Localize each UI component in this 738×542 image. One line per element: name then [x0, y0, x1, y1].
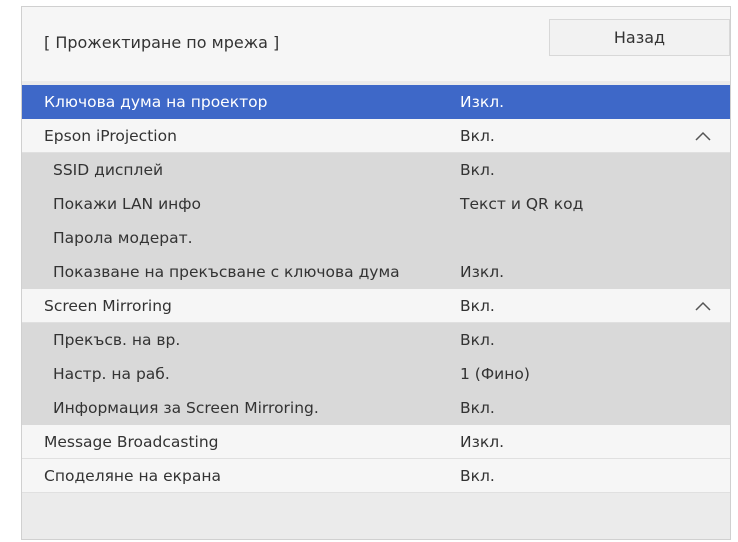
menu-item-label: Споделяне на екрана	[44, 467, 221, 485]
menu-item-value: Изкл.	[460, 93, 505, 111]
back-button[interactable]: Назад	[549, 19, 730, 56]
menu-item-label: Epson iProjection	[44, 127, 177, 145]
menu-item-operation-settings[interactable]: Настр. на раб. 1 (Фино)	[22, 357, 730, 391]
menu-item-value: Вкл.	[460, 467, 495, 485]
menu-item-screen-mirroring[interactable]: Screen Mirroring Вкл.	[22, 289, 730, 323]
menu-item-label: Screen Mirroring	[44, 297, 172, 315]
menu-item-screen-sharing[interactable]: Споделяне на екрана Вкл.	[22, 459, 730, 493]
menu-item-value: Изкл.	[460, 263, 505, 281]
menu-item-label: Ключова дума на проектор	[44, 93, 268, 111]
menu-item-screen-mirroring-info[interactable]: Информация за Screen Mirroring. Вкл.	[22, 391, 730, 425]
menu-item-label: Парола модерат.	[53, 229, 193, 247]
menu-item-value: Вкл.	[460, 161, 495, 179]
panel-header: [ Прожектиране по мрежа ] Назад	[22, 7, 730, 81]
menu-item-value: Вкл.	[460, 297, 495, 315]
page-title: [ Прожектиране по мрежа ]	[44, 33, 280, 52]
menu-item-moderator-password[interactable]: Парола модерат.	[22, 221, 730, 255]
menu-item-label: Показване на прекъсване с ключова дума	[53, 263, 400, 281]
menu-item-value: Текст и QR код	[460, 195, 584, 213]
menu-item-value: Изкл.	[460, 433, 505, 451]
network-projection-panel: [ Прожектиране по мрежа ] Назад Ключова …	[21, 6, 731, 540]
menu-item-projector-keyword[interactable]: Ключова дума на проектор Изкл.	[22, 85, 730, 119]
menu-item-label: Информация за Screen Mirroring.	[53, 399, 319, 417]
chevron-up-icon[interactable]	[694, 130, 712, 142]
menu-item-epson-iprojection[interactable]: Epson iProjection Вкл.	[22, 119, 730, 153]
menu-item-label: Прекъсв. на вр.	[53, 331, 181, 349]
menu-item-label: Message Broadcasting	[44, 433, 219, 451]
menu-item-message-broadcasting[interactable]: Message Broadcasting Изкл.	[22, 425, 730, 459]
settings-menu: Ключова дума на проектор Изкл. Epson iPr…	[22, 85, 730, 493]
menu-item-keyword-interrupt-display[interactable]: Показване на прекъсване с ключова дума И…	[22, 255, 730, 289]
chevron-up-icon[interactable]	[694, 300, 712, 312]
menu-item-label: Покажи LAN инфо	[53, 195, 202, 213]
menu-item-label: Настр. на раб.	[53, 365, 170, 383]
menu-item-value: Вкл.	[460, 399, 495, 417]
menu-item-interrupt-connection[interactable]: Прекъсв. на вр. Вкл.	[22, 323, 730, 357]
menu-item-value: Вкл.	[460, 331, 495, 349]
menu-item-show-lan-info[interactable]: Покажи LAN инфо Текст и QR код	[22, 187, 730, 221]
menu-item-ssid-display[interactable]: SSID дисплей Вкл.	[22, 153, 730, 187]
menu-item-label: SSID дисплей	[53, 161, 164, 179]
menu-item-value: 1 (Фино)	[460, 365, 530, 383]
menu-item-value: Вкл.	[460, 127, 495, 145]
